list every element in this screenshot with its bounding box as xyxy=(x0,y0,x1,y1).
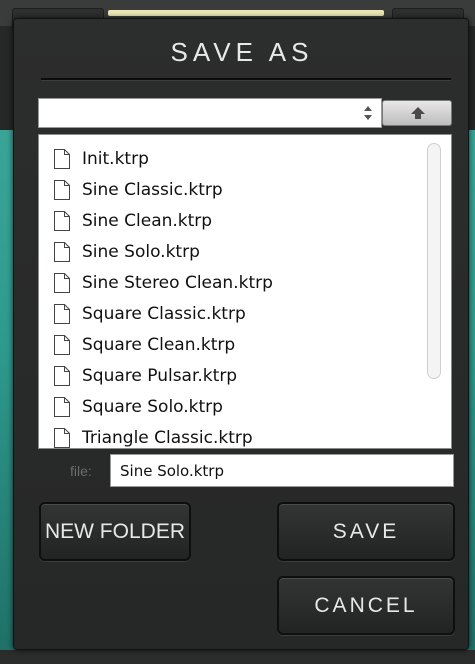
list-item[interactable]: Square Pulsar.ktrp xyxy=(53,360,237,391)
document-icon xyxy=(54,334,70,355)
file-name: Square Solo.ktrp xyxy=(82,396,223,417)
save-button[interactable]: SAVE xyxy=(277,502,455,561)
new-folder-button[interactable]: NEW FOLDER xyxy=(39,502,191,561)
document-icon xyxy=(54,210,70,231)
chevron-up-down-icon xyxy=(363,104,373,122)
list-item[interactable]: Square Solo.ktrp xyxy=(53,391,223,422)
filename-input[interactable] xyxy=(110,454,454,487)
document-icon xyxy=(54,396,70,417)
location-dropdown[interactable] xyxy=(38,98,382,128)
file-name: Sine Clean.ktrp xyxy=(82,210,213,231)
cancel-button[interactable]: CANCEL xyxy=(277,576,455,635)
document-icon xyxy=(54,148,70,169)
arrow-up-icon xyxy=(411,107,425,119)
document-icon xyxy=(54,272,70,293)
document-icon xyxy=(54,241,70,262)
save-as-dialog: SAVE AS Init.ktrp Sine Classic.ktrp Sine… xyxy=(13,18,469,650)
host-window: SAVE AS Init.ktrp Sine Classic.ktrp Sine… xyxy=(0,0,475,664)
list-item[interactable]: Square Classic.ktrp xyxy=(53,298,246,329)
file-name: Triangle Classic.ktrp xyxy=(82,427,253,448)
file-name: Init.ktrp xyxy=(82,148,149,169)
title-divider xyxy=(41,78,451,81)
document-icon xyxy=(54,365,70,386)
file-name: Square Clean.ktrp xyxy=(82,334,236,355)
file-field-label: file: xyxy=(70,463,92,479)
document-icon xyxy=(54,179,70,200)
list-item[interactable]: Init.ktrp xyxy=(53,143,149,174)
file-name: Square Pulsar.ktrp xyxy=(82,365,238,386)
file-name: Sine Solo.ktrp xyxy=(82,241,200,262)
file-name: Sine Stereo Clean.ktrp xyxy=(82,272,273,293)
list-scrollbar[interactable] xyxy=(427,143,441,379)
file-name: Sine Classic.ktrp xyxy=(82,179,223,200)
file-list[interactable]: Init.ktrp Sine Classic.ktrp Sine Clean.k… xyxy=(38,134,452,449)
host-highlight-bar xyxy=(108,10,384,16)
list-item[interactable]: Sine Stereo Clean.ktrp xyxy=(53,267,273,298)
dialog-title: SAVE AS xyxy=(170,37,314,67)
list-item[interactable]: Sine Solo.ktrp xyxy=(53,236,200,267)
list-item[interactable]: Triangle Classic.ktrp xyxy=(53,422,253,448)
parent-folder-button[interactable] xyxy=(382,100,452,126)
document-icon xyxy=(54,427,70,448)
list-item[interactable]: Sine Clean.ktrp xyxy=(53,205,212,236)
file-name: Square Classic.ktrp xyxy=(82,303,246,324)
list-item[interactable]: Square Clean.ktrp xyxy=(53,329,235,360)
list-item[interactable]: Sine Classic.ktrp xyxy=(53,174,223,205)
host-bottom-strip xyxy=(0,650,475,664)
document-icon xyxy=(54,303,70,324)
